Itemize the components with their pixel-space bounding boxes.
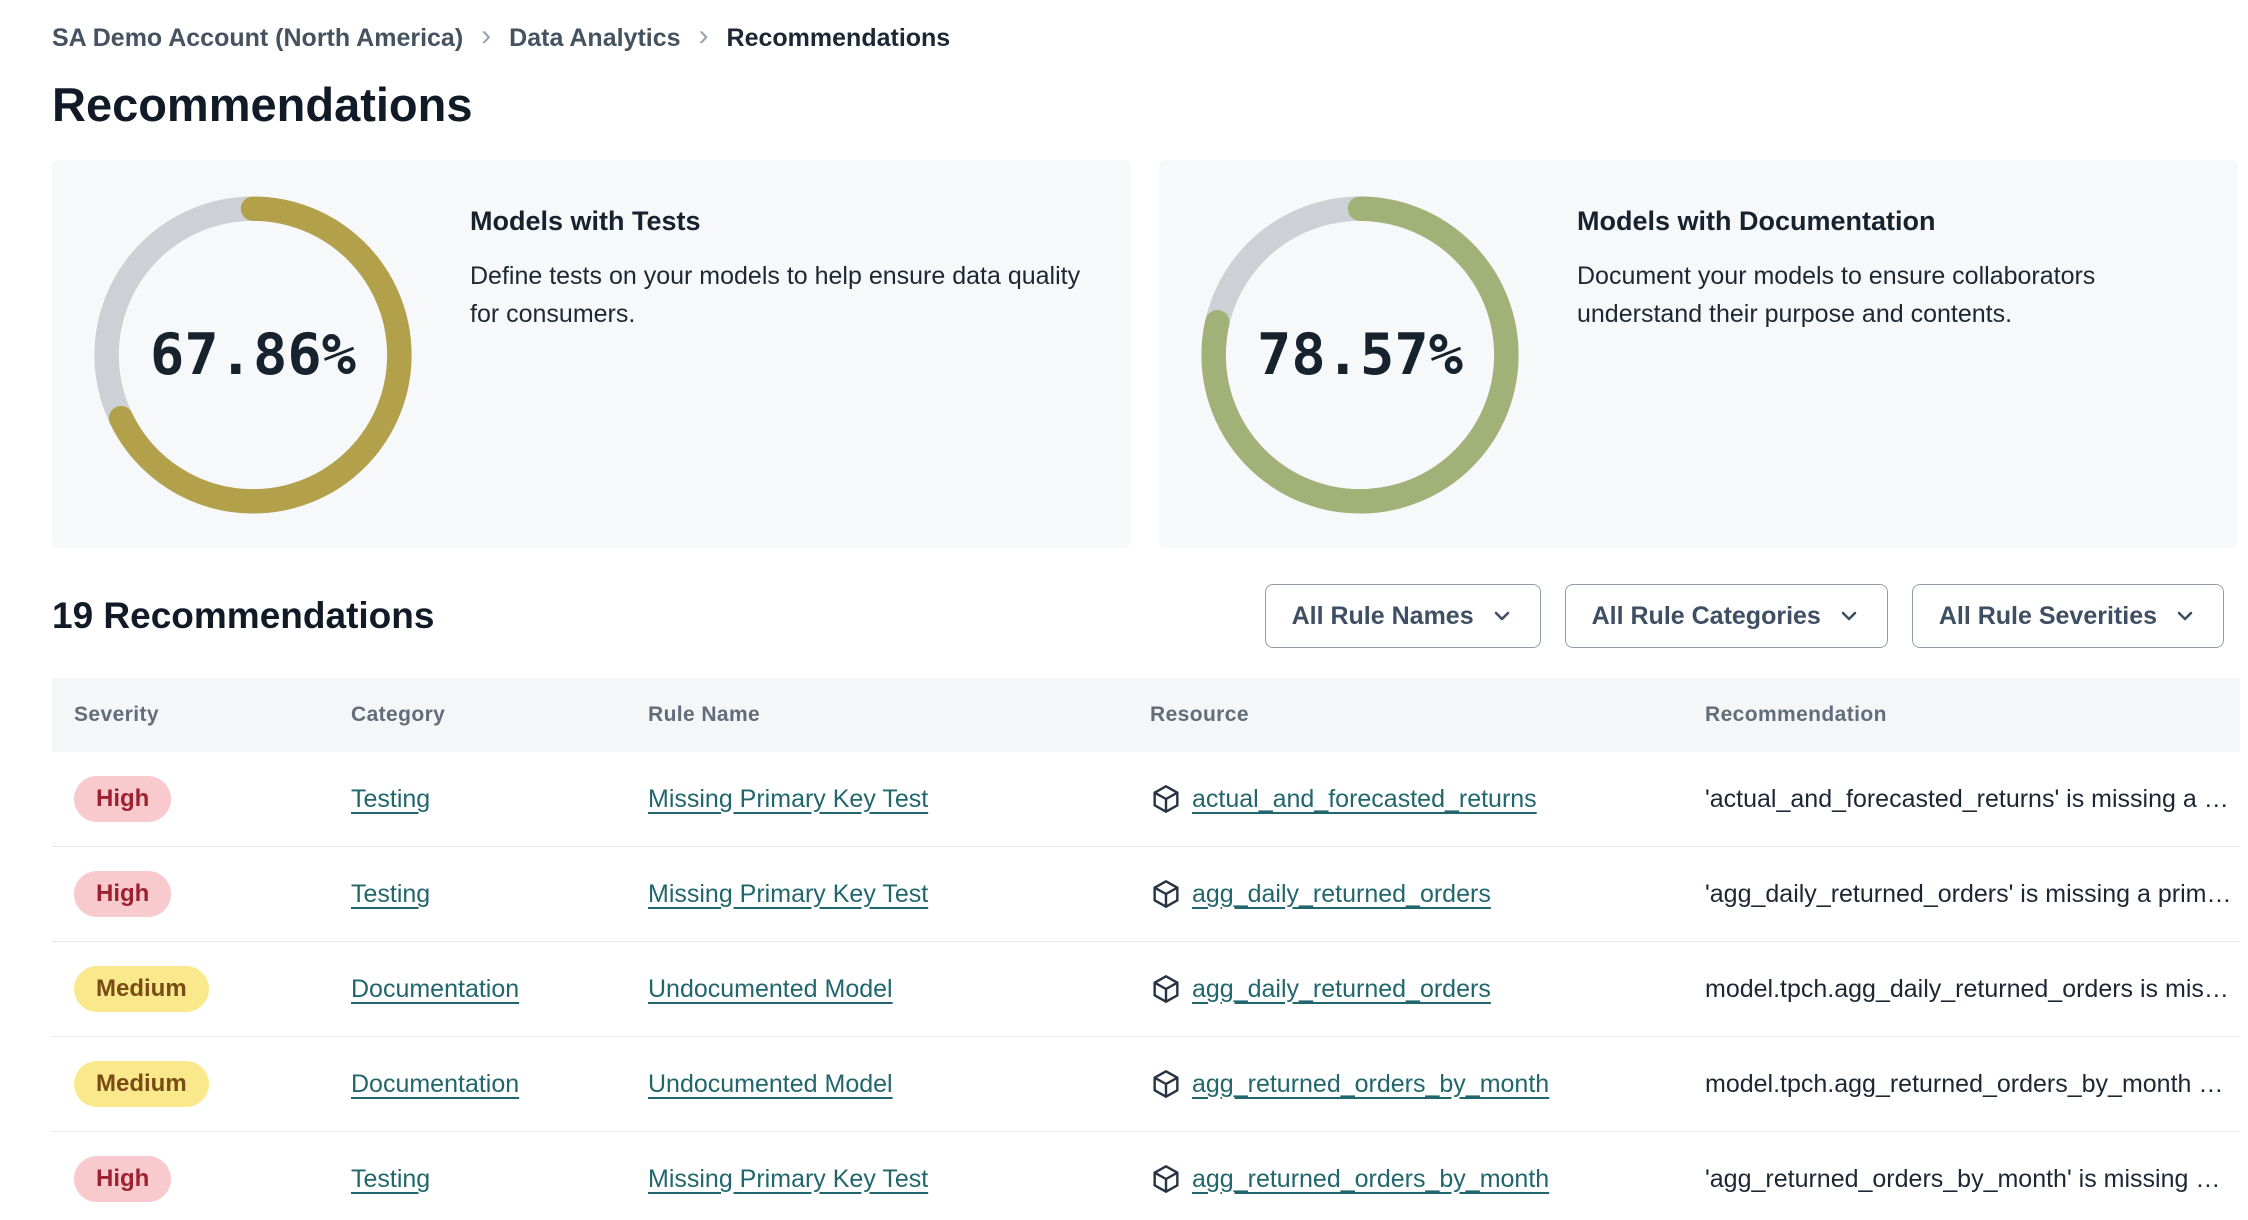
resource-link[interactable]: agg_daily_returned_orders — [1192, 975, 1491, 1004]
rule-name-link[interactable]: Missing Primary Key Test — [648, 880, 928, 908]
tests-donut-chart: 67.86% — [92, 194, 414, 516]
resource-cell: agg_daily_returned_orders — [1128, 973, 1683, 1005]
models-with-tests-card: 67.86% Models with Tests Define tests on… — [52, 160, 1131, 548]
category-link[interactable]: Testing — [351, 880, 430, 908]
column-header-category: Category — [351, 703, 446, 726]
chevron-right-icon: › — [698, 19, 709, 52]
chevron-right-icon: › — [481, 19, 492, 52]
recommendation-cell: 'actual_and_forecasted_returns' is missi… — [1705, 784, 2229, 813]
list-header: 19 Recommendations All Rule Names All Ru… — [52, 584, 2238, 648]
table-row: Medium Documentation Undocumented Model — [52, 942, 2240, 1037]
rule-name-cell: Missing Primary Key Test — [626, 785, 1128, 814]
table-row: High Testing Missing Primary Key Test — [52, 1132, 2240, 1220]
rule-name-cell: Missing Primary Key Test — [626, 1165, 1128, 1194]
category-link[interactable]: Testing — [351, 1165, 430, 1193]
docs-donut-chart: 78.57% — [1199, 194, 1521, 516]
chevron-down-icon — [1841, 611, 1857, 621]
page-title: Recommendations — [52, 78, 473, 131]
table-body: High Testing Missing Primary Key Test ac… — [52, 752, 2240, 1220]
table-row: High Testing Missing Primary Key Test — [52, 847, 2240, 942]
category-cell: Testing — [329, 880, 626, 909]
column-header-rule-name: Rule Name — [648, 703, 761, 726]
severity-badge: High — [74, 776, 172, 822]
table-row: Medium Documentation Undocumented Model — [52, 1037, 2240, 1132]
severity-badge: Medium — [74, 966, 209, 1012]
rule-severities-filter-dropdown[interactable]: All Rule Severities — [1911, 584, 2224, 648]
recommendation-cell: model.tpch.agg_returned_orders_by_month … — [1705, 1069, 2224, 1098]
docs-percent-value: 78.57% — [1257, 322, 1463, 388]
rule-name-link[interactable]: Undocumented Model — [648, 975, 893, 1003]
category-link[interactable]: Documentation — [351, 975, 519, 1003]
severity-cell: High — [52, 871, 329, 917]
filter-label: All Rule Severities — [1938, 601, 2157, 630]
category-cell: Testing — [329, 1165, 626, 1194]
severity-cell: Medium — [52, 966, 329, 1012]
rule-categories-filter-dropdown[interactable]: All Rule Categories — [1564, 584, 1888, 648]
recommendation-cell: model.tpch.agg_daily_returned_orders is … — [1705, 974, 2229, 1003]
card-title: Models with Tests — [470, 206, 701, 236]
severity-badge: High — [74, 871, 172, 917]
rule-name-link[interactable]: Missing Primary Key Test — [648, 1165, 928, 1193]
column-header-resource: Resource — [1150, 703, 1249, 726]
column-header-recommendation: Recommendation — [1705, 703, 1887, 726]
severity-badge: Medium — [74, 1061, 209, 1107]
table-header-row: Severity Category Rule Name Resource Rec… — [52, 678, 2240, 752]
column-header-severity: Severity — [74, 703, 159, 726]
rule-name-link[interactable]: Undocumented Model — [648, 1070, 893, 1098]
category-cell: Testing — [329, 785, 626, 814]
severity-cell: Medium — [52, 1061, 329, 1107]
resource-link[interactable]: agg_returned_orders_by_month — [1192, 1070, 1549, 1099]
models-with-documentation-card: 78.57% Models with Documentation Documen… — [1159, 160, 2238, 548]
cube-icon — [1153, 1165, 1179, 1193]
recommendations-table: Severity Category Rule Name Resource Rec… — [52, 678, 2240, 1220]
resource-link[interactable]: agg_daily_returned_orders — [1192, 880, 1491, 909]
rule-name-link[interactable]: Missing Primary Key Test — [648, 785, 928, 813]
card-description: Define tests on your models to help ensu… — [470, 262, 1081, 328]
chevron-down-icon — [1494, 611, 1509, 621]
category-cell: Documentation — [329, 1070, 626, 1099]
filter-label: All Rule Names — [1291, 601, 1474, 630]
cube-icon — [1153, 785, 1179, 813]
filter-bar: All Rule Names All Rule Categories All R… — [1264, 584, 2224, 648]
recommendations-count-title: 19 Recommendations — [52, 595, 435, 636]
severity-cell: High — [52, 776, 329, 822]
card-description: Document your models to ensure collabora… — [1577, 262, 2096, 328]
cube-icon — [1153, 880, 1179, 908]
recommendation-cell: 'agg_daily_returned_orders' is missing a… — [1705, 879, 2232, 908]
resource-cell: actual_and_forecasted_returns — [1128, 783, 1683, 815]
cube-icon — [1153, 975, 1179, 1003]
severity-cell: High — [52, 1156, 329, 1202]
card-text: Models with Tests Define tests on your m… — [470, 194, 1091, 333]
category-link[interactable]: Documentation — [351, 1070, 519, 1098]
card-title: Models with Documentation — [1577, 206, 1936, 236]
rule-names-filter-dropdown[interactable]: All Rule Names — [1264, 584, 1541, 648]
resource-cell: agg_returned_orders_by_month — [1128, 1163, 1683, 1195]
category-link[interactable]: Testing — [351, 785, 430, 813]
resource-cell: agg_daily_returned_orders — [1128, 878, 1683, 910]
card-text: Models with Documentation Document your … — [1577, 194, 2198, 333]
tests-percent-value: 67.86% — [150, 322, 356, 388]
cube-icon — [1153, 1070, 1179, 1098]
recommendation-cell: 'agg_returned_orders_by_month' is missin… — [1705, 1164, 2221, 1193]
breadcrumb-current: Recommendations — [726, 23, 951, 52]
chevron-down-icon — [2177, 611, 2193, 621]
resource-link[interactable]: actual_and_forecasted_returns — [1192, 785, 1537, 814]
breadcrumb: SA Demo Account (North America) › Data A… — [52, 20, 2238, 56]
rule-name-cell: Undocumented Model — [626, 975, 1128, 1004]
category-cell: Documentation — [329, 975, 626, 1004]
resource-link[interactable]: agg_returned_orders_by_month — [1192, 1165, 1549, 1194]
summary-cards: 67.86% Models with Tests Define tests on… — [52, 160, 2238, 548]
recommendations-page: SA Demo Account (North America) › Data A… — [0, 0, 2248, 1220]
breadcrumb-account[interactable]: SA Demo Account (North America) — [52, 24, 463, 53]
rule-name-cell: Undocumented Model — [626, 1070, 1128, 1099]
resource-cell: agg_returned_orders_by_month — [1128, 1068, 1683, 1100]
severity-badge: High — [74, 1156, 172, 1202]
breadcrumb-project[interactable]: Data Analytics — [509, 24, 680, 53]
table-row: High Testing Missing Primary Key Test — [52, 752, 2240, 847]
rule-name-cell: Missing Primary Key Test — [626, 880, 1128, 909]
filter-label: All Rule Categories — [1591, 601, 1821, 630]
